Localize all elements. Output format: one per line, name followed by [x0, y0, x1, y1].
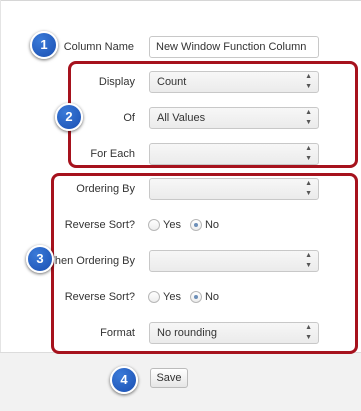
callout-badge-2: 2 [55, 103, 83, 131]
callout-badge-3: 3 [26, 245, 54, 273]
column-name-input[interactable] [149, 36, 319, 58]
callout-badge-4: 4 [110, 366, 138, 394]
highlight-box-group-2 [68, 61, 358, 168]
highlight-box-group-3 [51, 173, 358, 354]
left-border [0, 0, 1, 410]
top-border [0, 0, 361, 1]
callout-badge-1: 1 [30, 31, 58, 59]
save-button[interactable]: Save [150, 368, 188, 388]
column-name-label: Column Name [63, 41, 134, 53]
